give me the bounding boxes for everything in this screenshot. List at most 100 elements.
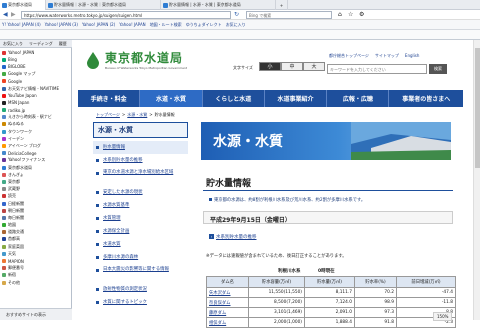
nav-item[interactable]: 広報・広聴 bbox=[327, 90, 390, 107]
left-nav-item[interactable]: 多摩川水源の森林 bbox=[93, 251, 188, 264]
favorite-item[interactable]: 家庭菜園 bbox=[0, 243, 72, 250]
favorites-bar-item[interactable]: Yahoo! JAPAN (3) bbox=[45, 22, 78, 27]
site-logo[interactable]: 東京都水道局 Bureau of Waterworks Tokyo Metrop… bbox=[85, 49, 215, 75]
favorite-item[interactable]: お天気ナビ情報 - NAVITIME bbox=[0, 85, 72, 92]
favorite-item[interactable]: 新宿 bbox=[0, 272, 72, 279]
page-scrollbar[interactable] bbox=[473, 40, 480, 320]
font-size-small-button[interactable]: 小 bbox=[259, 62, 281, 71]
left-nav-item[interactable]: 水質管理 bbox=[93, 212, 188, 225]
favorites-bar-item[interactable]: 地図・ルート検索 bbox=[150, 22, 182, 28]
home-icon[interactable]: ⌂ bbox=[338, 11, 342, 18]
nav-item-active[interactable]: 水道・水質 bbox=[140, 90, 203, 107]
tokyo-top-link[interactable]: 都庁総合トップページ bbox=[329, 53, 369, 59]
address-bar[interactable]: https://www.waterworks.metro.tokyo.jp/su… bbox=[21, 11, 231, 19]
english-link[interactable]: English bbox=[405, 53, 419, 59]
breadcrumb-link[interactable]: 水源・水質 bbox=[127, 112, 147, 118]
new-tab-button[interactable]: + bbox=[276, 0, 288, 10]
favorites-pane-footer[interactable]: おすすめサイトの表示 bbox=[0, 308, 72, 320]
favorite-icon bbox=[2, 201, 6, 206]
site-search-button[interactable]: 検索 bbox=[429, 64, 447, 74]
favorite-item[interactable]: ぬるぬる bbox=[0, 121, 72, 128]
favorite-item[interactable]: 天気 bbox=[0, 250, 72, 257]
tab-reading[interactable]: リーディング bbox=[29, 41, 53, 46]
table-cell: -11.8 bbox=[441, 300, 453, 305]
favorite-item[interactable]: Bing bbox=[0, 56, 72, 63]
dam-name-link[interactable]: 藤原ダム bbox=[207, 308, 249, 317]
nav-item[interactable]: 水道事業紹介 bbox=[265, 90, 328, 107]
favorite-item[interactable]: 首都高 bbox=[0, 236, 72, 243]
favorite-icon bbox=[2, 79, 6, 84]
favorite-item[interactable]: イーデン bbox=[0, 135, 72, 142]
star-icon[interactable]: ☆ bbox=[348, 11, 353, 18]
scrollbar-thumb[interactable] bbox=[475, 48, 480, 168]
favorite-icon bbox=[2, 194, 6, 199]
favorite-item[interactable]: きんぎょ bbox=[0, 171, 72, 178]
favorites-bar-item[interactable]: お気に入り bbox=[226, 22, 246, 28]
left-nav-item-active[interactable]: 貯水量情報 bbox=[93, 141, 188, 154]
bullet-square-icon bbox=[96, 301, 99, 304]
nav-item[interactable]: くらしと水道 bbox=[203, 90, 265, 107]
favorites-bar-item[interactable]: Yahoo! JAPAN bbox=[119, 22, 145, 27]
breadcrumb-link[interactable]: トップページ bbox=[96, 112, 120, 118]
favorite-item[interactable]: アイベーン ブログ bbox=[0, 142, 72, 149]
tab-history[interactable]: 履歴 bbox=[59, 41, 67, 46]
left-nav-item[interactable]: 水源水質基準 bbox=[93, 199, 188, 212]
gear-icon[interactable]: ⚙ bbox=[359, 11, 364, 18]
browser-tab[interactable]: 貯水量情報 | 水源・水質 | 東京都水道局 bbox=[161, 0, 276, 10]
font-size-controls: 小 中 大 bbox=[259, 62, 325, 71]
dam-name-link[interactable]: 矢木沢ダム bbox=[207, 288, 249, 297]
left-nav-item[interactable]: 安定した水源の現状 bbox=[93, 186, 188, 199]
nav-item[interactable]: 事業者の皆さまへ bbox=[389, 90, 463, 107]
favorites-bar-item[interactable]: Yahoo! JAPAN (2) bbox=[82, 22, 115, 27]
favorite-item[interactable]: Google マップ bbox=[0, 71, 72, 78]
left-nav-item[interactable]: 水源保全計画 bbox=[93, 225, 188, 238]
favorite-icon bbox=[2, 208, 6, 213]
favorite-item[interactable]: 郵便番号 bbox=[0, 265, 72, 272]
left-nav-item[interactable]: 水道水質 bbox=[93, 238, 188, 251]
table-cell: 3,101(1,469) bbox=[249, 308, 305, 317]
nav-item[interactable]: 手続き・料金 bbox=[78, 90, 141, 107]
trend-link[interactable]: › 水系別貯水量の推移 bbox=[209, 234, 257, 240]
favorite-item[interactable]: 朝日新聞 bbox=[0, 207, 72, 214]
favorite-item[interactable]: Yahoo!ファイナンス bbox=[0, 157, 72, 164]
favorite-item[interactable]: 武蔵野 bbox=[0, 186, 72, 193]
font-size-medium-button[interactable]: 中 bbox=[281, 62, 303, 71]
favorite-item[interactable]: radiko.jp bbox=[0, 107, 72, 114]
favorite-item[interactable]: Google bbox=[0, 78, 72, 85]
favorite-item[interactable]: タウンワーク bbox=[0, 128, 72, 135]
favorite-item[interactable]: 日経新聞 bbox=[0, 200, 72, 207]
browser-tab[interactable]: 貯水量情報｜水源・水質｜東京都水道局 bbox=[46, 0, 161, 10]
favorites-bar-item[interactable]: Y! Yahoo! JAPAN (4) bbox=[2, 22, 41, 27]
favorite-item[interactable]: MSN Japan bbox=[0, 99, 72, 106]
dam-name-link[interactable]: 相俣ダム bbox=[207, 318, 249, 327]
favorite-item[interactable]: Yahoo! JAPAN bbox=[0, 49, 72, 56]
favorite-item[interactable]: YouTube Japan bbox=[0, 92, 72, 99]
site-search-input[interactable]: キーワードを入力してください bbox=[327, 64, 427, 74]
font-size-large-button[interactable]: 大 bbox=[303, 62, 325, 71]
forward-icon[interactable]: ▶ bbox=[11, 11, 16, 18]
left-nav-item[interactable]: 日本大震災の影響等に関する情報 bbox=[93, 264, 188, 283]
left-nav-item[interactable]: 水系別貯水量の推移 bbox=[93, 154, 188, 167]
favorite-item[interactable]: 読売 bbox=[0, 193, 72, 200]
back-icon[interactable]: ◀ bbox=[3, 11, 8, 18]
left-nav-item[interactable]: 水質に関するトピック bbox=[93, 296, 188, 309]
favorite-item[interactable]: DeliciaCollege bbox=[0, 150, 72, 157]
refresh-icon[interactable]: ↻ bbox=[234, 11, 239, 18]
dam-name-link[interactable]: 奈良俣ダム bbox=[207, 298, 249, 307]
favorite-item[interactable]: 毎日新聞 bbox=[0, 214, 72, 221]
browser-tab[interactable]: 東京都水道局 bbox=[0, 0, 46, 10]
favorite-item[interactable]: 地図 bbox=[0, 222, 72, 229]
favorite-item[interactable]: 東京都水道局 bbox=[0, 164, 72, 171]
favorite-item[interactable]: MAPION bbox=[0, 257, 72, 264]
favorite-item[interactable]: その他 bbox=[0, 279, 72, 286]
search-box[interactable]: Bing で検索 bbox=[246, 11, 332, 19]
favorite-item[interactable]: えきから時刻表 - 駅ナビ bbox=[0, 114, 72, 121]
left-nav-item[interactable]: 放射性物質の測定状況 bbox=[93, 283, 188, 296]
favorite-item[interactable]: BIGLOBE bbox=[0, 63, 72, 70]
favorite-item[interactable]: 東京都 bbox=[0, 178, 72, 185]
tab-favorites[interactable]: お気に入り bbox=[3, 41, 23, 46]
sitemap-link[interactable]: サイトマップ bbox=[375, 53, 399, 59]
favorite-item[interactable]: 道路交通 bbox=[0, 229, 72, 236]
left-nav-item[interactable]: 東京の水道水源と浄水場別給水区域 bbox=[93, 167, 188, 186]
favorites-bar-item[interactable]: ゆうちょダイレクト bbox=[186, 22, 222, 28]
